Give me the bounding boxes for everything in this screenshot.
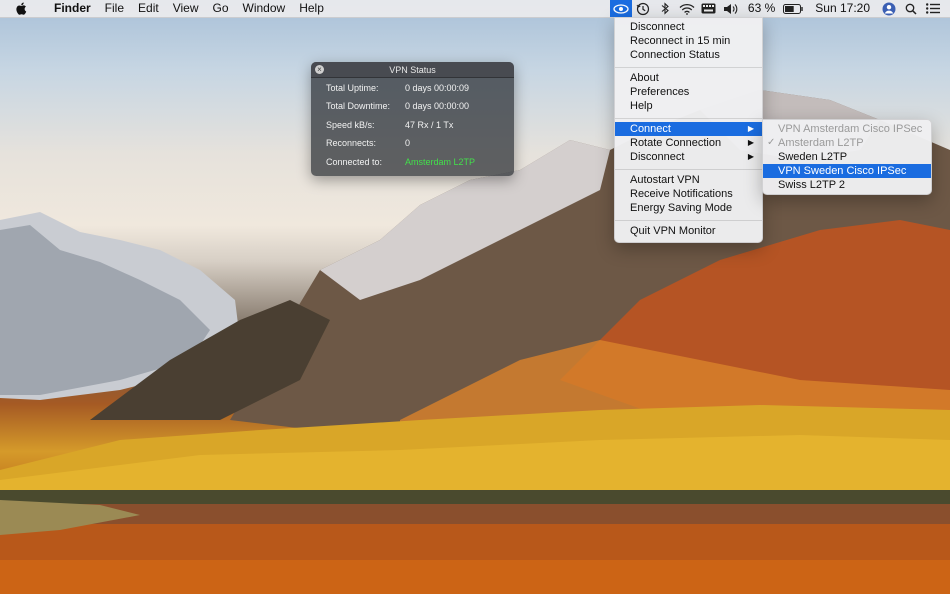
menu-item-reconnect[interactable]: Reconnect in 15 min: [615, 34, 762, 48]
submenu-item-amsterdam-cisco[interactable]: VPN Amsterdam Cisco IPSec: [763, 122, 931, 136]
status-label: Total Downtime:: [326, 101, 391, 111]
vpn-status-panel: × VPN Status Total Uptime: 0 days 00:00:…: [311, 62, 514, 176]
status-row-reconnects: Reconnects: 0: [326, 138, 511, 150]
menu-item-energy-saving[interactable]: Energy Saving Mode: [615, 201, 762, 215]
time-machine-icon[interactable]: [632, 0, 654, 17]
user-icon[interactable]: [878, 0, 900, 17]
status-value: 47 Rx / 1 Tx: [405, 120, 454, 130]
menu-separator: [615, 67, 762, 68]
menu-item-disconnect[interactable]: Disconnect: [615, 20, 762, 34]
keyboard-icon[interactable]: [698, 0, 720, 17]
menu-item-rotate-connection[interactable]: Rotate Connection ▶: [615, 136, 762, 150]
submenu-item-sweden-cisco[interactable]: VPN Sweden Cisco IPSec: [763, 164, 931, 178]
menu-item-autostart[interactable]: Autostart VPN: [615, 173, 762, 187]
status-row-uptime: Total Uptime: 0 days 00:00:09: [326, 83, 511, 95]
status-value: 0: [405, 138, 411, 148]
menu-item-preferences[interactable]: Preferences: [615, 85, 762, 99]
vpn-eye-icon[interactable]: [609, 0, 632, 17]
connect-submenu: VPN Amsterdam Cisco IPSec ✓ Amsterdam L2…: [762, 119, 932, 195]
status-row-connected-to: Connected to: Amsterdam L2TP: [326, 157, 511, 169]
menu-separator: [615, 118, 762, 119]
menu-app-finder[interactable]: Finder: [42, 0, 98, 17]
connected-server-value: Amsterdam L2TP: [405, 157, 476, 167]
menu-item-about[interactable]: About: [615, 71, 762, 85]
battery-percent[interactable]: 63 %: [742, 0, 781, 17]
vpn-status-title: VPN Status: [389, 64, 436, 75]
menu-item-disconnect-sub[interactable]: Disconnect ▶: [615, 150, 762, 164]
submenu-arrow-icon: ▶: [747, 152, 754, 161]
vpn-status-titlebar: × VPN Status: [311, 62, 514, 78]
menu-edit[interactable]: Edit: [131, 0, 166, 17]
status-value: 0 days 00:00:00: [405, 101, 470, 111]
menu-view[interactable]: View: [166, 0, 206, 17]
status-row-speed: Speed kB/s: 47 Rx / 1 Tx: [326, 120, 511, 132]
close-icon[interactable]: ×: [315, 65, 324, 74]
menu-separator: [615, 169, 762, 170]
menu-bar: Finder File Edit View Go Window Help 63 …: [0, 0, 950, 18]
status-label: Total Uptime:: [326, 83, 379, 93]
menu-item-label: Rotate Connection: [630, 137, 722, 149]
menu-file[interactable]: File: [98, 0, 131, 17]
menu-item-help[interactable]: Help: [615, 99, 762, 113]
menu-help[interactable]: Help: [292, 0, 331, 17]
battery-icon[interactable]: [781, 0, 805, 17]
status-label: Speed kB/s:: [326, 120, 375, 130]
submenu-arrow-icon: ▶: [747, 138, 754, 147]
menu-item-label: Disconnect: [630, 151, 685, 163]
apple-icon[interactable]: [14, 2, 28, 16]
status-label: Connected to:: [326, 157, 383, 167]
menu-item-connection-status[interactable]: Connection Status: [615, 48, 762, 62]
menu-separator: [615, 220, 762, 221]
status-label: Reconnects:: [326, 138, 377, 148]
menu-go[interactable]: Go: [206, 0, 236, 17]
volume-icon[interactable]: [720, 0, 742, 17]
notification-center-icon[interactable]: [922, 0, 944, 17]
checkmark-icon: ✓: [767, 137, 776, 148]
wifi-icon[interactable]: [676, 0, 698, 17]
submenu-item-sweden-l2tp[interactable]: Sweden L2TP: [763, 150, 931, 164]
menubar-clock[interactable]: Sun 17:20: [805, 0, 878, 17]
status-row-downtime: Total Downtime: 0 days 00:00:00: [326, 101, 511, 113]
bluetooth-icon[interactable]: [654, 0, 676, 17]
menu-item-quit[interactable]: Quit VPN Monitor: [615, 224, 762, 238]
submenu-item-amsterdam-l2tp[interactable]: ✓ Amsterdam L2TP: [763, 136, 931, 150]
menu-item-label: Connect: [630, 123, 671, 135]
status-value: 0 days 00:00:09: [405, 83, 470, 93]
menu-window[interactable]: Window: [236, 0, 293, 17]
menu-item-notifications[interactable]: Receive Notifications: [615, 187, 762, 201]
spotlight-icon[interactable]: [900, 0, 922, 17]
menu-item-label: Amsterdam L2TP: [778, 137, 864, 149]
vpn-dropdown-menu: Disconnect Reconnect in 15 min Connectio…: [614, 17, 763, 243]
submenu-arrow-icon: ▶: [747, 124, 754, 133]
menu-item-connect[interactable]: Connect ▶: [615, 122, 762, 136]
submenu-item-swiss-l2tp[interactable]: Swiss L2TP 2: [763, 178, 931, 192]
